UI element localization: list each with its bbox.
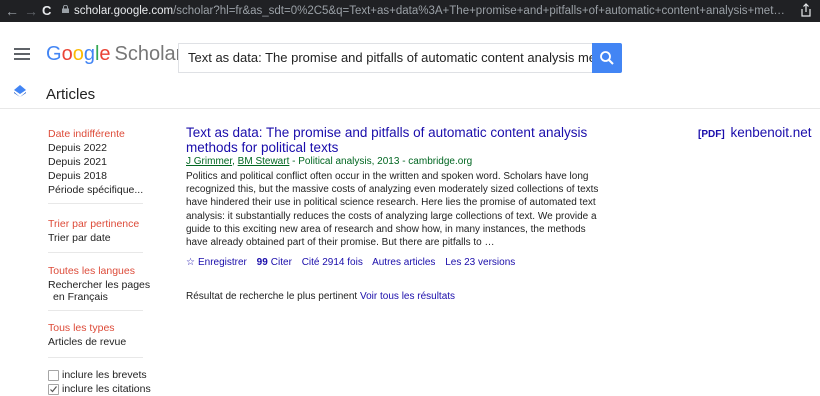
versions-link[interactable]: Les 23 versions: [445, 257, 515, 268]
include-citations-label[interactable]: inclure les citations: [62, 382, 151, 396]
search-button[interactable]: [592, 43, 622, 73]
see-all-results-link[interactable]: Voir tous les résultats: [360, 291, 455, 302]
checkmark-icon: [50, 386, 57, 393]
related-articles-link[interactable]: Autres articles: [372, 257, 435, 268]
sort-relevance[interactable]: Trier par pertinence: [48, 217, 139, 231]
filter-lang-any[interactable]: Toutes les langues: [48, 264, 135, 278]
quote-icon: 99: [256, 257, 268, 268]
articles-icon: [14, 85, 26, 97]
sidebar-divider: [48, 252, 143, 253]
pdf-tag: [PDF]: [698, 129, 725, 140]
include-patents-label[interactable]: inclure les brevets: [62, 368, 147, 382]
save-button[interactable]: ☆ Enregistrer: [186, 257, 247, 268]
publication-info: - Political analysis, 2013 - cambridge.o…: [289, 156, 473, 167]
filter-lang-french-cont[interactable]: en Français: [53, 290, 108, 304]
articles-label: Articles: [46, 86, 96, 103]
address-bar[interactable]: scholar.google.com/scholar?hl=fr&as_sdt=…: [74, 3, 804, 19]
result-actions: ☆ Enregistrer 99 Citer Cité 2914 fois Autr…: [186, 257, 522, 269]
filter-date-item[interactable]: Depuis 2021: [48, 155, 107, 169]
logo-letter: o: [61, 43, 73, 65]
logo-letter: G: [46, 43, 62, 65]
result-authors: J Grimmer, BM Stewart - Political analys…: [186, 156, 472, 168]
author-link[interactable]: BM Stewart: [238, 156, 290, 167]
browser-toolbar: ← → C scholar.google.com/scholar?hl=fr&a…: [0, 0, 820, 22]
menu-icon[interactable]: [14, 48, 30, 60]
url-host: scholar.google.com: [74, 5, 174, 17]
filter-date-any[interactable]: Date indifférente: [48, 127, 125, 141]
author-link[interactable]: J Grimmer: [186, 156, 232, 167]
result-footer: Résultat de recherche le plus pertinent …: [186, 291, 455, 303]
filter-types-review[interactable]: Articles de revue: [48, 335, 126, 349]
search-icon: [600, 51, 614, 65]
forward-icon[interactable]: →: [24, 2, 38, 20]
sidebar-divider: [48, 203, 143, 204]
google-scholar-logo[interactable]: Google Scholar: [46, 42, 182, 66]
lock-icon: [62, 5, 69, 13]
pdf-source: kenbenoit.net: [730, 125, 812, 140]
sort-date[interactable]: Trier par date: [48, 231, 111, 245]
header-divider: [0, 108, 820, 109]
logo-letter: e: [99, 43, 111, 65]
url-path: /scholar?hl=fr&as_sdt=0%2C5&q=Text+as+da…: [173, 5, 785, 17]
save-label: Enregistrer: [197, 257, 247, 268]
sidebar-divider: [48, 310, 143, 311]
search-input[interactable]: Text as data: The promise and pitfalls o…: [178, 43, 592, 73]
filter-date-custom[interactable]: Période spécifique...: [48, 183, 143, 197]
logo-letter: g: [83, 43, 95, 65]
include-citations-checkbox[interactable]: [48, 384, 59, 395]
cite-label: Citer: [270, 257, 292, 268]
logo-letter: o: [72, 43, 84, 65]
cited-by-link[interactable]: Cité 2914 fois: [302, 257, 363, 268]
share-icon[interactable]: [800, 3, 812, 17]
reload-icon[interactable]: C: [42, 2, 51, 20]
cite-button[interactable]: 99 Citer: [257, 257, 292, 268]
logo-scholar: Scholar: [114, 43, 183, 65]
pdf-link[interactable]: [PDF] kenbenoit.net: [698, 125, 812, 142]
filter-types-any[interactable]: Tous les types: [48, 321, 115, 335]
result-title-link[interactable]: Text as data: The promise and pitfalls o…: [186, 125, 636, 155]
sidebar-divider: [48, 357, 143, 358]
back-icon[interactable]: ←: [5, 2, 19, 20]
star-icon: ☆: [186, 257, 195, 268]
filter-date-item[interactable]: Depuis 2018: [48, 169, 107, 183]
footer-text: Résultat de recherche le plus pertinent: [186, 291, 360, 302]
include-patents-checkbox[interactable]: [48, 370, 59, 381]
result-snippet: Politics and political conflict often oc…: [186, 171, 599, 249]
filter-date-item[interactable]: Depuis 2022: [48, 141, 107, 155]
